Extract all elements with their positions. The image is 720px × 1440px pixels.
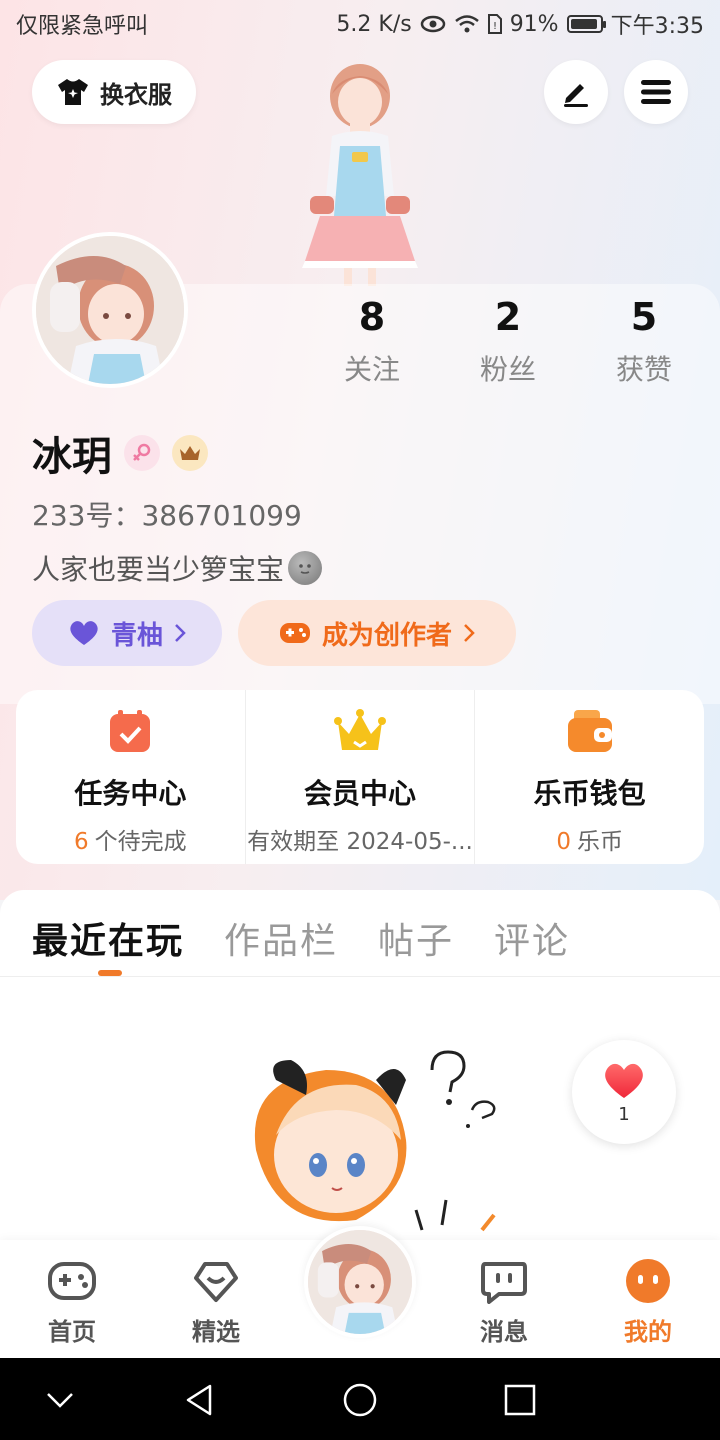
task-calendar-icon bbox=[110, 710, 151, 752]
profile-tabs: 最近在玩 作品栏 帖子 评论 bbox=[32, 912, 570, 964]
tab-works[interactable]: 作品栏 bbox=[224, 912, 338, 964]
wallet-entry[interactable]: 乐币钱包 0 乐币 bbox=[474, 690, 704, 864]
character-avatar-illustration[interactable] bbox=[270, 56, 450, 286]
edit-icon bbox=[564, 84, 588, 107]
nav-home[interactable]: 首页 bbox=[22, 1258, 122, 1347]
system-navigation-bar bbox=[0, 1358, 720, 1440]
battery-icon bbox=[566, 15, 606, 33]
stat-number: 8 bbox=[358, 295, 386, 339]
crown-badge-icon[interactable] bbox=[172, 435, 208, 471]
user-id[interactable]: 233号：386701099 bbox=[32, 494, 302, 534]
emoji-face-icon bbox=[288, 551, 323, 585]
stat-number: 5 bbox=[630, 295, 658, 339]
nav-me[interactable]: 我的 bbox=[598, 1258, 698, 1347]
home-icon[interactable] bbox=[342, 1382, 378, 1418]
user-bio: 人家也要当少箩宝宝 bbox=[32, 548, 323, 588]
creator-label: 成为创作者 bbox=[321, 620, 452, 651]
me-face-icon bbox=[626, 1259, 670, 1303]
tab-divider bbox=[0, 976, 720, 977]
service-subtitle: 0 乐币 bbox=[556, 829, 623, 855]
task-center-entry[interactable]: 任务中心 6 个待完成 bbox=[16, 690, 245, 864]
bio-text: 人家也要当少箩宝宝 bbox=[32, 553, 285, 586]
menu-icon bbox=[641, 80, 671, 104]
name-row: 冰玥 bbox=[32, 424, 208, 482]
heart-diamond-icon bbox=[194, 1262, 238, 1302]
network-speed: 5.2 K/s bbox=[336, 11, 412, 37]
svg-text:!: ! bbox=[493, 21, 497, 32]
status-bar: 仅限紧急呼叫 5.2 K/s ! 91% 下午3:35 bbox=[0, 0, 720, 48]
stat-likes[interactable]: 5 获赞 bbox=[576, 292, 712, 388]
chevron-down-icon[interactable] bbox=[42, 1382, 78, 1418]
nav-label: 我的 bbox=[624, 1318, 672, 1346]
nav-label: 精选 bbox=[192, 1318, 240, 1346]
crown-icon bbox=[334, 709, 386, 750]
service-subtitle: 有效期至 2024-05-... bbox=[247, 829, 473, 855]
service-title: 乐币钱包 bbox=[533, 777, 646, 810]
sim-icon: ! bbox=[487, 14, 502, 34]
gamepad-icon bbox=[48, 1262, 96, 1300]
user-name: 冰玥 bbox=[32, 434, 112, 480]
avatar[interactable] bbox=[32, 232, 188, 388]
carrier-text: 仅限紧急呼叫 bbox=[16, 14, 149, 39]
service-title: 任务中心 bbox=[74, 777, 187, 810]
chevron-right-icon bbox=[175, 624, 186, 642]
nav-center-avatar[interactable] bbox=[304, 1226, 416, 1338]
avatar-image bbox=[308, 1230, 412, 1334]
tab-posts[interactable]: 帖子 bbox=[378, 912, 454, 964]
chevron-right-icon bbox=[464, 624, 475, 642]
stat-label: 获赞 bbox=[615, 353, 672, 386]
tab-comments[interactable]: 评论 bbox=[494, 912, 570, 964]
stats-row: 8 关注 2 粉丝 5 获赞 bbox=[304, 292, 712, 388]
service-title: 会员中心 bbox=[304, 777, 417, 810]
nav-label: 消息 bbox=[480, 1318, 528, 1346]
recents-icon[interactable] bbox=[502, 1382, 538, 1418]
stat-following[interactable]: 8 关注 bbox=[304, 292, 440, 388]
become-creator-button[interactable]: 成为创作者 bbox=[238, 600, 516, 666]
stat-number: 2 bbox=[494, 295, 522, 339]
stat-label: 粉丝 bbox=[479, 353, 536, 386]
membership-pill-button[interactable]: 青柚 bbox=[32, 600, 222, 666]
female-icon bbox=[124, 435, 160, 471]
back-icon[interactable] bbox=[182, 1382, 218, 1418]
uid-label: 233号： bbox=[32, 499, 142, 532]
service-card: 任务中心 6 个待完成 会员中心 有效期至 2024-05-... 乐币钱包 0乐… bbox=[16, 690, 704, 864]
nav-featured[interactable]: 精选 bbox=[166, 1258, 266, 1347]
empty-state-illustration bbox=[254, 1050, 496, 1232]
battery-percent: 91% bbox=[509, 11, 559, 37]
uid-value: 386701099 bbox=[141, 499, 302, 532]
change-outfit-button[interactable]: 换衣服 bbox=[32, 60, 196, 124]
wallet-icon bbox=[567, 710, 612, 752]
service-subtitle: 6 个待完成 bbox=[74, 829, 187, 855]
heart-icon bbox=[70, 621, 98, 645]
nav-messages[interactable]: 消息 bbox=[454, 1258, 554, 1347]
chat-icon bbox=[481, 1262, 527, 1304]
membership-label: 青柚 bbox=[110, 620, 163, 651]
stat-label: 关注 bbox=[343, 353, 400, 386]
stat-followers[interactable]: 2 粉丝 bbox=[440, 292, 576, 388]
tab-recently-played[interactable]: 最近在玩 bbox=[32, 912, 184, 964]
edit-profile-button[interactable] bbox=[544, 60, 608, 124]
wifi-icon bbox=[454, 15, 479, 33]
nav-label: 首页 bbox=[48, 1318, 96, 1346]
menu-button[interactable] bbox=[624, 60, 688, 124]
like-count: 1 bbox=[618, 1103, 630, 1125]
avatar-image bbox=[36, 236, 184, 384]
change-outfit-label: 换衣服 bbox=[100, 80, 172, 109]
clock: 下午3:35 bbox=[610, 14, 704, 39]
gamepad-icon bbox=[279, 623, 310, 643]
shirt-icon bbox=[58, 79, 88, 105]
member-center-entry[interactable]: 会员中心 有效期至 2024-05-... bbox=[244, 690, 475, 864]
like-float-button[interactable]: 1 bbox=[572, 1040, 676, 1144]
heart-icon bbox=[605, 1063, 643, 1098]
eye-icon bbox=[420, 15, 445, 33]
